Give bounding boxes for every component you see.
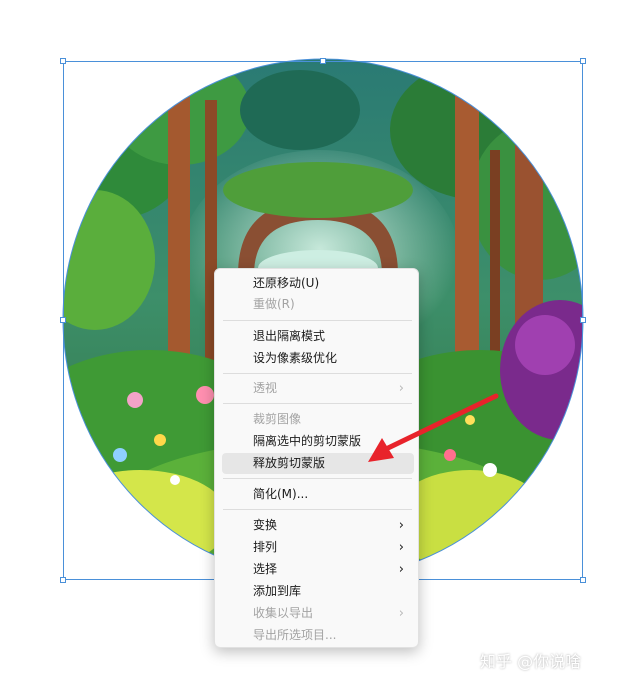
menu-item-undo-move[interactable]: 还原移动(U) — [222, 273, 414, 294]
resize-handle-bottom-right[interactable] — [580, 577, 586, 583]
menu-item-label: 裁剪图像 — [253, 412, 302, 426]
artboard-canvas[interactable]: 还原移动(U) 重做(R) 退出隔离模式 设为像素级优化 透视 › 裁剪图像 隔离… — [0, 0, 625, 684]
menu-item-label: 排列 — [253, 540, 278, 554]
menu-item-label: 设为像素级优化 — [253, 351, 338, 365]
menu-item-redo: 重做(R) — [222, 294, 414, 315]
menu-item-simplify[interactable]: 简化(M)... — [222, 484, 414, 505]
menu-item-label: 透视 — [253, 381, 278, 395]
menu-item-label: 隔离选中的剪切蒙版 — [253, 434, 362, 448]
watermark-text: 知乎 @你说啥 — [480, 652, 582, 671]
submenu-arrow-icon: › — [398, 606, 404, 621]
menu-item-label: 简化(M)... — [253, 487, 309, 501]
menu-separator — [223, 509, 412, 510]
resize-handle-middle-left[interactable] — [60, 317, 66, 323]
menu-item-label: 重做(R) — [253, 297, 295, 311]
resize-handle-top-center[interactable] — [320, 58, 326, 64]
menu-item-label: 选择 — [253, 562, 278, 576]
menu-separator — [223, 403, 412, 404]
menu-separator — [223, 478, 412, 479]
menu-item-release-clipping-mask[interactable]: 释放剪切蒙版 — [222, 453, 414, 474]
menu-item-label: 导出所选项目... — [253, 628, 337, 642]
menu-item-isolate-clipping-mask[interactable]: 隔离选中的剪切蒙版 — [222, 431, 414, 452]
menu-item-label: 添加到库 — [253, 584, 302, 598]
context-menu: 还原移动(U) 重做(R) 退出隔离模式 设为像素级优化 透视 › 裁剪图像 隔离… — [214, 268, 419, 648]
menu-item-crop-image: 裁剪图像 — [222, 409, 414, 430]
menu-item-add-to-library[interactable]: 添加到库 — [222, 581, 414, 602]
submenu-arrow-icon: › — [398, 381, 404, 396]
resize-handle-top-right[interactable] — [580, 58, 586, 64]
resize-handle-middle-right[interactable] — [580, 317, 586, 323]
menu-item-export-selection: 导出所选项目... — [222, 625, 414, 646]
menu-item-select[interactable]: 选择 › — [222, 559, 414, 580]
resize-handle-top-left[interactable] — [60, 58, 66, 64]
menu-separator — [223, 320, 412, 321]
menu-item-label: 释放剪切蒙版 — [253, 456, 326, 470]
submenu-arrow-icon: › — [398, 518, 404, 533]
menu-item-exit-isolation-mode[interactable]: 退出隔离模式 — [222, 326, 414, 347]
menu-item-pixel-optimize[interactable]: 设为像素级优化 — [222, 348, 414, 369]
menu-item-label: 变换 — [253, 518, 278, 532]
resize-handle-bottom-left[interactable] — [60, 577, 66, 583]
menu-item-label: 退出隔离模式 — [253, 329, 326, 343]
submenu-arrow-icon: › — [398, 562, 404, 577]
menu-item-transform[interactable]: 变换 › — [222, 515, 414, 536]
menu-item-label: 收集以导出 — [253, 606, 314, 620]
menu-item-arrange[interactable]: 排列 › — [222, 537, 414, 558]
menu-item-label: 还原移动(U) — [253, 276, 320, 290]
menu-item-collect-for-export: 收集以导出 › — [222, 603, 414, 624]
menu-item-perspective: 透视 › — [222, 378, 414, 399]
submenu-arrow-icon: › — [398, 540, 404, 555]
menu-separator — [223, 373, 412, 374]
